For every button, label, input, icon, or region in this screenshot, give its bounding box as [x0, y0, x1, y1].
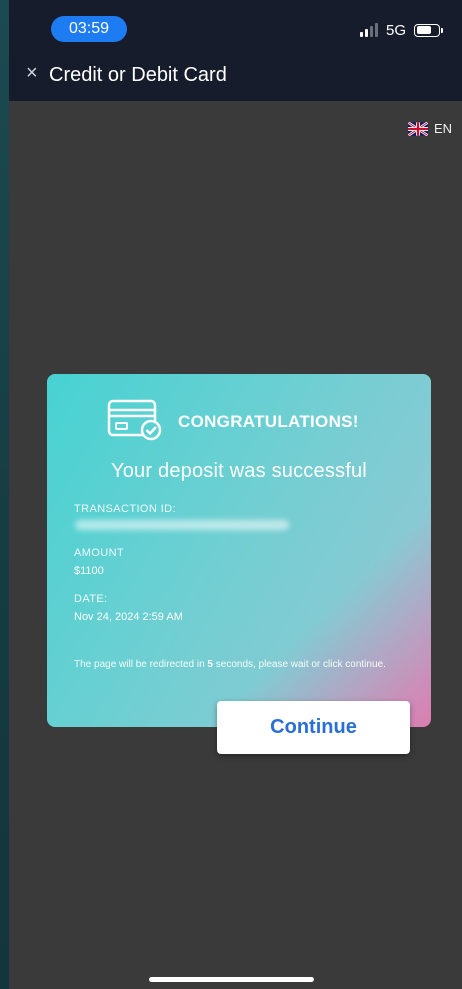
close-icon[interactable]: × — [26, 62, 38, 85]
uk-flag-icon — [407, 121, 428, 136]
status-bar: 03:59 5G — [9, 0, 462, 50]
redirect-notice: The page will be redirected in 5 seconds… — [74, 657, 414, 673]
language-selector[interactable]: EN — [407, 121, 452, 136]
home-indicator[interactable] — [149, 977, 314, 982]
status-time: 03:59 — [51, 16, 127, 42]
amount-label: AMOUNT — [74, 547, 125, 559]
transaction-id-value-redacted — [75, 520, 289, 530]
success-message: Your deposit was successful — [111, 460, 367, 482]
signal-icon — [359, 23, 378, 37]
phone-screen: 03:59 5G × Credit or Debit Card EN CONGR… — [9, 0, 462, 989]
title-bar: × Credit or Debit Card — [9, 50, 462, 101]
page-title: Credit or Debit Card — [49, 64, 227, 86]
continue-button[interactable]: Continue — [217, 701, 410, 754]
network-type: 5G — [385, 21, 406, 39]
battery-fill — [416, 26, 432, 34]
battery-icon — [414, 23, 443, 37]
notice-suffix: seconds, please wait or click continue. — [212, 659, 386, 670]
transaction-id-label: TRANSACTION ID: — [74, 503, 176, 515]
amount-value: $1100 — [74, 565, 104, 577]
notice-prefix: The page will be redirected in — [74, 659, 208, 670]
language-code: EN — [433, 121, 452, 136]
date-value: Nov 24, 2024 2:59 AM — [74, 611, 183, 623]
credit-card-check-icon — [107, 398, 163, 447]
congratulations-heading: CONGRATULATIONS! — [178, 412, 359, 431]
date-label: DATE: — [74, 593, 108, 605]
status-icons: 5G — [359, 20, 443, 40]
success-card: CONGRATULATIONS! Your deposit was succes… — [47, 374, 431, 727]
